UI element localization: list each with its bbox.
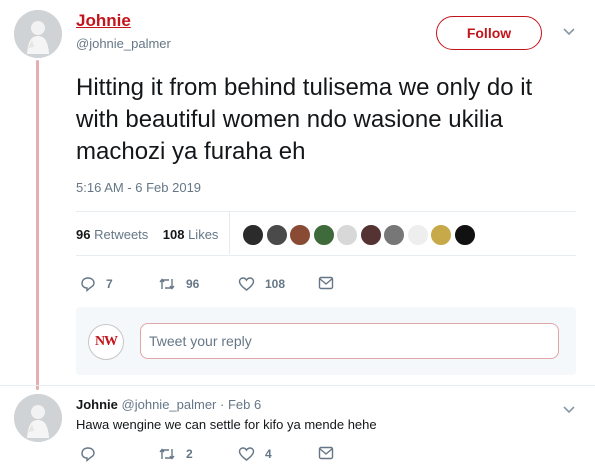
envelope-icon — [318, 446, 334, 460]
avatar-figure-icon — [14, 394, 62, 442]
heart-icon — [238, 447, 255, 461]
follow-button[interactable]: Follow — [436, 16, 542, 50]
engagement-stats: 96 Retweets 108 Likes — [76, 227, 218, 242]
thread-line — [36, 60, 39, 390]
reply-retweet-action[interactable]: 2 — [158, 446, 193, 462]
reply-author-handle[interactable]: @johnie_palmer — [122, 397, 217, 412]
reply-dm-action[interactable] — [318, 446, 334, 460]
liker-avatar[interactable] — [289, 224, 311, 246]
retweet-count: 96 — [186, 277, 200, 291]
reply-author-avatar[interactable] — [14, 394, 62, 442]
reply-reply-action[interactable] — [80, 446, 96, 462]
reply-date[interactable]: · Feb 6 — [220, 397, 261, 412]
liker-avatar[interactable] — [336, 224, 358, 246]
avatar-figure-icon — [14, 10, 62, 58]
liker-avatar[interactable] — [383, 224, 405, 246]
reply-like-action[interactable]: 4 — [238, 446, 272, 462]
retweet-icon — [159, 448, 175, 460]
more-options-icon[interactable] — [562, 24, 576, 42]
reply-count: 7 — [106, 277, 113, 291]
tweet-timestamp[interactable]: 5:16 AM - 6 Feb 2019 — [76, 180, 201, 195]
liker-avatar[interactable] — [359, 224, 382, 246]
reply-author-name[interactable]: Johnie — [76, 397, 118, 412]
liker-avatar[interactable] — [430, 224, 452, 246]
like-action[interactable]: 108 — [238, 276, 285, 292]
reply-input-placeholder: Tweet your reply — [149, 333, 252, 349]
reply-author-line: Johnie @johnie_palmer · Feb 6 — [76, 397, 261, 412]
reply-icon — [81, 277, 95, 292]
user-avatar-nw-logo[interactable]: NW — [88, 324, 124, 360]
likes-count: 108 — [162, 227, 185, 242]
liker-avatar[interactable] — [312, 224, 335, 246]
stats-separator — [229, 212, 230, 254]
likes-label: Likes — [188, 227, 219, 242]
liker-avatar[interactable] — [406, 224, 429, 246]
divider — [76, 255, 576, 256]
retweets-stat[interactable]: 96 Retweets — [76, 227, 148, 242]
reply-text: Hawa wengine we can settle for kifo ya m… — [76, 417, 377, 432]
author-name[interactable]: Johnie — [76, 11, 131, 31]
tweet-text: Hitting it from behind tulisema we only … — [76, 74, 533, 165]
reply-more-options-icon[interactable] — [562, 402, 576, 420]
divider — [76, 211, 576, 212]
likes-stat[interactable]: 108 Likes — [163, 227, 219, 242]
reply-like-count: 4 — [265, 447, 272, 461]
liker-avatar[interactable] — [453, 224, 476, 246]
retweet-action[interactable]: 96 — [158, 276, 199, 292]
avatar[interactable] — [14, 10, 62, 58]
direct-message-action[interactable] — [318, 276, 334, 290]
liker-avatar[interactable] — [265, 224, 288, 246]
divider — [0, 385, 595, 386]
reply-action[interactable]: 7 — [80, 276, 113, 292]
nw-logo-text: NW — [94, 334, 118, 349]
reply-icon — [81, 447, 95, 462]
liker-avatar[interactable] — [242, 224, 264, 246]
author-handle[interactable]: @johnie_palmer — [76, 36, 171, 51]
retweets-count: 96 — [76, 227, 91, 242]
reply-input[interactable]: Tweet your reply — [140, 323, 559, 359]
like-count: 108 — [265, 277, 286, 291]
envelope-icon — [318, 276, 334, 290]
reply-retweet-count: 2 — [186, 447, 193, 461]
retweets-label: Retweets — [94, 227, 149, 242]
retweet-icon — [159, 278, 175, 290]
heart-icon — [238, 277, 255, 291]
